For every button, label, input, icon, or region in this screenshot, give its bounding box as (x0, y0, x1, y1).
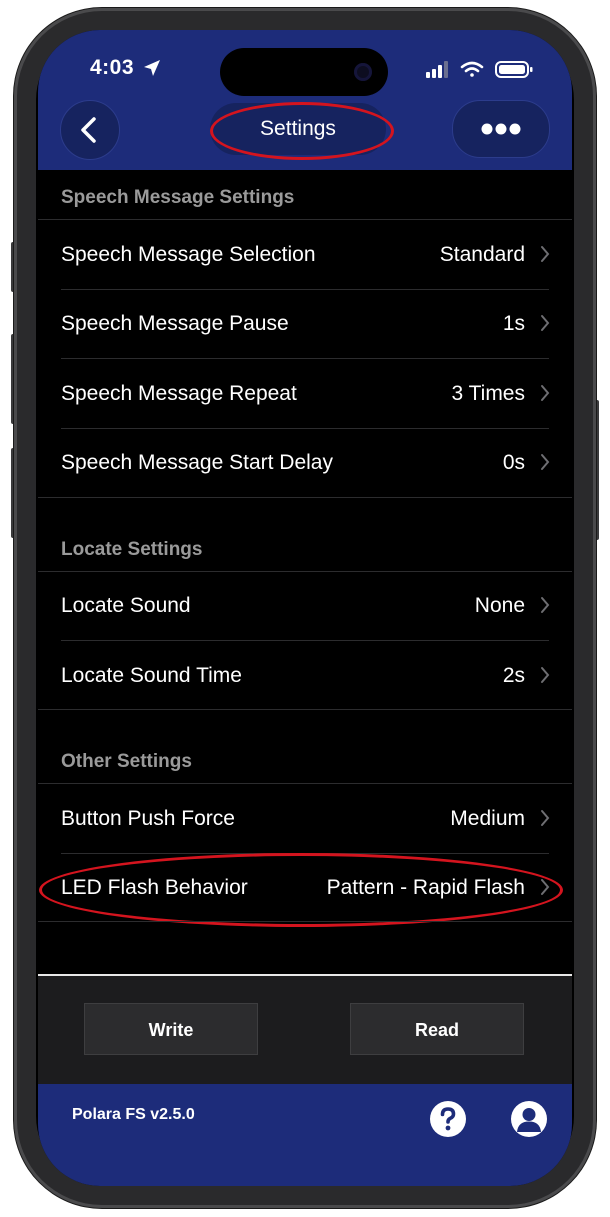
dynamic-island (220, 48, 388, 96)
chevron-right-icon (541, 454, 550, 470)
divider (61, 640, 549, 641)
app-header: 4:03 Settings (38, 30, 572, 170)
chevron-right-icon (541, 810, 550, 826)
chevron-right-icon (541, 246, 550, 262)
section-title-speech: Speech Message Settings (61, 187, 295, 208)
write-button[interactable]: Write (84, 1003, 258, 1055)
row-value: 0s (502, 451, 525, 474)
chevron-right-icon (541, 597, 550, 613)
row-locate-sound[interactable]: Locate Sound None (38, 572, 572, 640)
divider (61, 358, 549, 359)
row-value: Medium (450, 807, 525, 830)
row-label: Speech Message Repeat (61, 382, 297, 405)
row-speech-message-selection[interactable]: Speech Message Selection Standard (38, 221, 572, 289)
status-time: 4:03 (90, 56, 135, 79)
divider (38, 219, 572, 220)
cellular-signal-icon (426, 61, 448, 78)
chevron-right-icon (541, 879, 550, 895)
chevron-right-icon (541, 667, 550, 683)
divider (38, 921, 572, 922)
section-title-locate: Locate Settings (61, 539, 203, 560)
action-bar: Write Read (38, 974, 572, 1086)
row-label: Locate Sound Time (61, 664, 242, 687)
row-value: 2s (502, 664, 525, 687)
row-value: Pattern - Rapid Flash (326, 876, 525, 899)
row-value: 3 Times (451, 382, 525, 405)
row-label: Speech Message Selection (61, 243, 316, 266)
user-circle-icon[interactable] (510, 1100, 548, 1138)
row-label: Locate Sound (61, 594, 191, 617)
more-horizontal-icon (481, 123, 521, 135)
app-footer: Polara FS v2.5.0 (38, 1084, 572, 1186)
row-label: LED Flash Behavior (61, 876, 248, 899)
front-camera (354, 63, 372, 81)
battery-icon (495, 61, 533, 78)
status-icons (426, 61, 533, 78)
row-speech-message-repeat[interactable]: Speech Message Repeat 3 Times (38, 360, 572, 428)
row-speech-message-start-delay[interactable]: Speech Message Start Delay 0s (38, 429, 572, 497)
section-title-other: Other Settings (61, 751, 192, 772)
divider (38, 709, 572, 710)
divider (38, 783, 572, 784)
row-value: Standard (439, 243, 525, 266)
row-button-push-force[interactable]: Button Push Force Medium (38, 785, 572, 853)
chevron-left-icon (81, 117, 96, 143)
app-version: Polara FS v2.5.0 (72, 1106, 195, 1123)
more-button[interactable] (452, 100, 550, 158)
row-speech-message-pause[interactable]: Speech Message Pause 1s (38, 290, 572, 358)
wifi-icon (460, 61, 484, 77)
chevron-right-icon (541, 385, 550, 401)
row-label: Speech Message Pause (61, 312, 289, 335)
page-title: Settings (260, 117, 336, 140)
back-button[interactable] (60, 100, 120, 160)
row-label: Button Push Force (61, 807, 235, 830)
row-value: None (474, 594, 525, 617)
row-label: Speech Message Start Delay (61, 451, 333, 474)
row-locate-sound-time[interactable]: Locate Sound Time 2s (38, 642, 572, 710)
row-value: 1s (502, 312, 525, 335)
read-button[interactable]: Read (350, 1003, 524, 1055)
row-led-flash-behavior[interactable]: LED Flash Behavior Pattern - Rapid Flash (38, 854, 572, 922)
divider (38, 497, 572, 498)
app-screen: 4:03 Settings Speech Message Settings Sp… (38, 30, 572, 1186)
chevron-right-icon (541, 315, 550, 331)
question-circle-icon[interactable] (429, 1100, 467, 1138)
location-arrow-icon (144, 60, 160, 76)
